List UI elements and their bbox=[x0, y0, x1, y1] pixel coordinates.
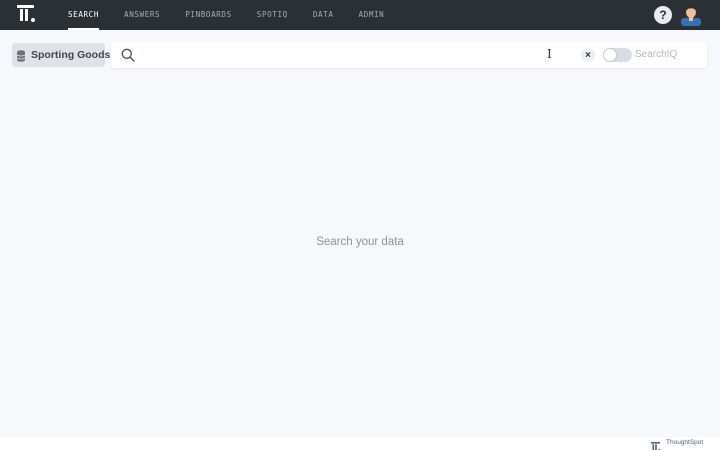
footer-brand: ThoughtSpot bbox=[666, 439, 704, 446]
searchiq-toggle[interactable] bbox=[603, 48, 632, 62]
data-source-selector[interactable]: Sporting Goods bbox=[12, 43, 110, 67]
nav-tab-admin[interactable]: ADMIN bbox=[359, 0, 385, 30]
nav-tab-pinboards[interactable]: PINBOARDS bbox=[185, 0, 232, 30]
search-input[interactable] bbox=[141, 46, 561, 64]
user-avatar[interactable] bbox=[681, 4, 701, 26]
clear-search-button[interactable]: × bbox=[581, 48, 595, 62]
data-source-label: Sporting Goods bbox=[31, 49, 111, 61]
top-navigation-bar: SEARCH ANSWERS PINBOARDS SPOTIQ DATA ADM… bbox=[0, 0, 720, 30]
database-icon bbox=[16, 49, 26, 62]
help-icon[interactable]: ? bbox=[654, 6, 672, 24]
search-icon bbox=[121, 48, 135, 62]
search-bar: I × SearchIQ bbox=[111, 42, 707, 68]
nav-tab-data[interactable]: DATA bbox=[313, 0, 334, 30]
searchiq-label: SearchIQ bbox=[635, 49, 678, 60]
empty-state-message: Search your data bbox=[316, 236, 404, 248]
text-cursor-icon: I bbox=[547, 47, 552, 61]
nav-tab-spotiq[interactable]: SPOTIQ bbox=[257, 0, 288, 30]
footer: ThoughtSpot bbox=[0, 437, 720, 450]
toggle-knob bbox=[604, 49, 616, 61]
main-nav: SEARCH ANSWERS PINBOARDS SPOTIQ DATA ADM… bbox=[68, 0, 409, 30]
thoughtspot-footer-logo-icon bbox=[651, 439, 661, 450]
nav-tab-answers[interactable]: ANSWERS bbox=[124, 0, 160, 30]
nav-tab-search[interactable]: SEARCH bbox=[68, 0, 100, 30]
thoughtspot-logo-icon[interactable] bbox=[17, 5, 37, 25]
